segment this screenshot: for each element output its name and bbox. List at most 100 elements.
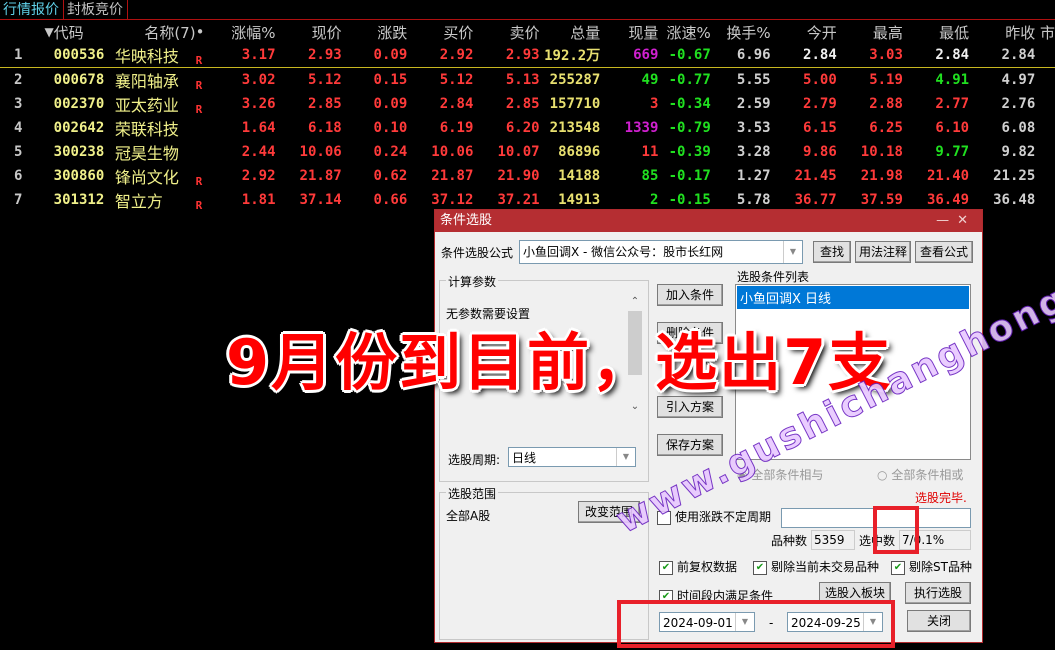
cell-r [196,140,219,164]
header-pct[interactable]: 涨幅% [219,21,275,43]
cell-name: 亚太药业 [114,96,179,115]
cell-code: 002370 [53,96,105,112]
cell-extra [1035,116,1055,140]
usage-button[interactable]: 用法注释 [855,241,911,263]
table-row[interactable]: 6 300860 锋尚文化 R 2.92 21.87 0.62 21.87 21.90 14188… [0,164,1055,188]
cell-r [196,116,219,140]
cell-chg: 0.66 [373,192,408,208]
close-icon[interactable]: ✕ [957,213,976,228]
cell-low: 9.77 [935,144,970,160]
count-value: 5359 [811,530,855,550]
scroll-down-icon[interactable]: ⌄ [626,401,644,412]
chevron-down-icon[interactable]: ▼ [616,448,635,466]
cell-extra [1035,43,1055,68]
quote-table: ▼ 代码 名称(7) • 涨幅% 现价 涨跌 买价 卖价 总量 现量 涨速% 换… [0,21,1055,212]
header-prev[interactable]: 昨收 [969,21,1035,43]
header-code[interactable]: 代码 [54,21,115,43]
dialog-title: 条件选股 [440,213,493,228]
cell-low: 2.84 [902,43,970,68]
radio-or[interactable]: ○ 全部条件相或 [877,466,963,483]
exclude-st-checkbox[interactable]: ✔ 剔除ST品种 [891,558,972,575]
header-price[interactable]: 现价 [276,21,342,43]
fq-checkbox[interactable]: ✔ 前复权数据 [659,558,737,575]
cell-r: R [195,43,219,68]
formula-label: 条件选股公式 [441,246,514,260]
cell-open: 6.15 [803,120,837,136]
cell-open: 21.45 [794,168,837,184]
minimize-icon[interactable]: — [936,213,957,228]
header-cur[interactable]: 现量 [600,21,658,43]
radio-or-label: 全部条件相或 [891,468,964,482]
cell-name: 襄阳轴承 [114,72,179,91]
header-name[interactable]: 名称(7) [115,21,195,43]
header-bid[interactable]: 买价 [407,21,473,43]
header-speed[interactable]: 涨速% [658,21,711,43]
cell-idx: 3 [14,96,23,112]
header-extra[interactable]: 市 [1035,21,1055,43]
table-row[interactable]: 4 002642 荣联科技 1.64 6.18 0.10 6.19 6.20 213548 133… [0,116,1055,140]
cell-high: 10.18 [860,144,903,160]
close-button[interactable]: 关闭 [907,610,971,632]
period-select[interactable]: 日线 ▼ [508,447,636,467]
cell-low: 21.40 [926,168,970,184]
cell-extra [1035,164,1055,188]
formula-select[interactable]: 小鱼回调X - 微信公众号：股市长红网 ▼ [519,240,803,264]
condition-list-label: 选股条件列表 [737,270,810,284]
cell-bid: 10.06 [431,144,474,160]
header-ask[interactable]: 卖价 [473,21,540,43]
cell-ask: 6.20 [505,120,540,136]
cell-turnover: 3.28 [736,144,771,160]
cell-open: 9.86 [803,144,837,160]
cell-idx: 5 [14,144,23,160]
checkmark-icon: ✔ [891,560,905,575]
scroll-up-icon[interactable]: ⌃ [626,296,644,307]
cell-idx: 4 [14,120,23,136]
header-high[interactable]: 最高 [837,21,903,43]
tab-quotes[interactable]: 行情报价 [0,0,64,19]
cell-code: 300238 [53,144,105,160]
cell-high: 2.88 [869,96,903,112]
cell-name: 锋尚文化 [114,168,179,187]
cell-price: 5.12 [307,72,342,88]
cell-low: 2.77 [935,96,970,112]
cell-price: 2.93 [275,43,342,68]
cell-name: 冠昊生物 [114,144,179,163]
condition-list-item[interactable]: 小鱼回调X 日线 [737,286,969,309]
cell-chg: 0.09 [373,96,408,112]
tab-limit-auction[interactable]: 封板竞价 [64,0,128,19]
exclude-nontrade-checkbox[interactable]: ✔ 剔除当前未交易品种 [753,558,879,575]
cell-open: 2.84 [770,43,837,68]
cell-high: 21.98 [860,168,903,184]
view-formula-button[interactable]: 查看公式 [915,241,973,263]
annotation-box-selected [873,506,919,554]
header-vol[interactable]: 总量 [540,21,600,43]
cell-vol: 157710 [549,96,601,112]
cell-cur: 85 [641,168,659,184]
sort-icon[interactable]: ▼ [0,21,53,43]
cell-chg: 0.10 [373,120,408,136]
header-open[interactable]: 今开 [771,21,837,43]
cell-ask: 21.90 [497,168,540,184]
table-row[interactable]: 2 000678 襄阳轴承 R 3.02 5.12 0.15 5.12 5.13 255287 49… [0,68,1055,92]
header-turnover[interactable]: 换手% [711,21,770,43]
table-row[interactable]: 1 000536 华映科技 R 3.17 2.93 0.09 2.92 2.93 192.2万 66… [0,43,1055,68]
cell-bid: 6.19 [439,120,474,136]
period-label: 选股周期: [448,453,501,467]
table-row[interactable]: 3 002370 亚太药业 R 3.26 2.85 0.09 2.84 2.85 157710 3-… [0,92,1055,116]
run-select-button[interactable]: 执行选股 [905,582,971,604]
cell-r: R [195,79,203,92]
chevron-down-icon[interactable]: ▼ [783,241,802,263]
cell-high: 3.03 [836,43,903,68]
cell-name: 智立方 [114,192,163,211]
cell-pct: 2.92 [241,168,276,184]
find-button[interactable]: 查找 [813,241,851,263]
annotation-box-dates [617,600,895,648]
header-chg[interactable]: 涨跌 [342,21,407,43]
cell-price: 2.85 [307,96,342,112]
header-low[interactable]: 最低 [903,21,969,43]
cell-pct: 1.81 [241,192,276,208]
table-row[interactable]: 5 300238 冠昊生物 2.44 10.06 0.24 10.06 10.07 86896 1… [0,140,1055,164]
cell-turnover: 5.55 [736,72,771,88]
add-condition-button[interactable]: 加入条件 [657,284,723,306]
cell-prev: 9.82 [1001,144,1036,160]
